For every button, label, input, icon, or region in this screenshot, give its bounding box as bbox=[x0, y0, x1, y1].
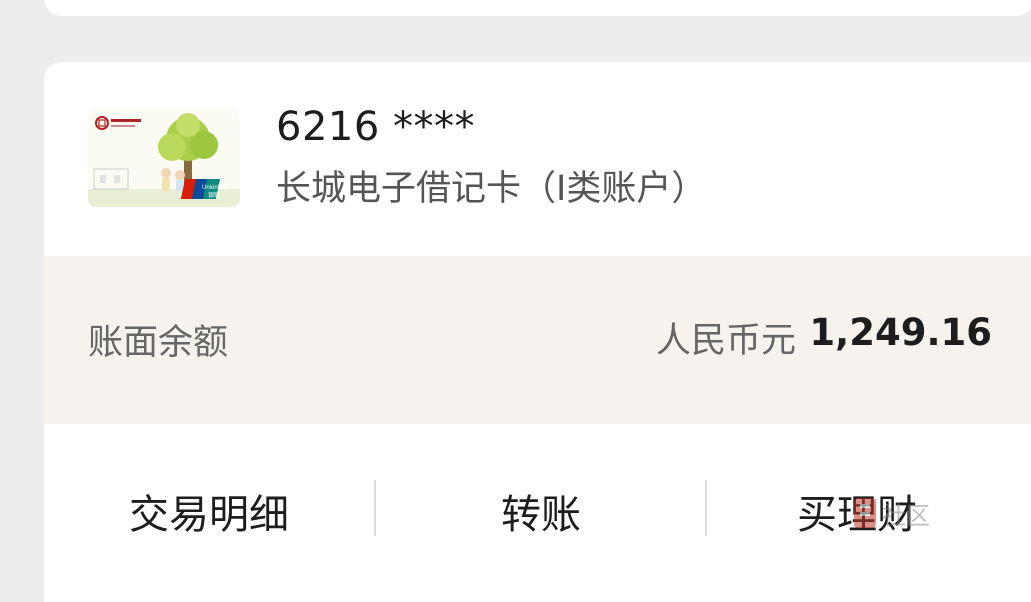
watermark-logo-icon bbox=[854, 498, 876, 528]
balance-amount: 1,249.16 bbox=[809, 311, 992, 354]
transaction-details-button[interactable]: 交易明细 bbox=[44, 482, 374, 542]
card-artwork: UnionPay 银联 bbox=[88, 109, 240, 207]
svg-text:UnionPay: UnionPay bbox=[202, 185, 228, 191]
balance-row: 账面余额 人民币元 1,249.16 bbox=[44, 256, 1031, 424]
svg-text:银联: 银联 bbox=[208, 191, 220, 199]
previous-card bbox=[44, 0, 1031, 16]
balance-label: 账面余额 bbox=[88, 323, 229, 363]
watermark: 社区 bbox=[852, 496, 972, 536]
transfer-button[interactable]: 转账 bbox=[376, 482, 706, 542]
card-type: 长城电子借记卡（I类账户） bbox=[276, 169, 707, 209]
currency-label: 人民币元 bbox=[655, 321, 796, 361]
debit-card-image: UnionPay 银联 bbox=[88, 109, 240, 207]
card-number: 6216 **** bbox=[276, 104, 476, 150]
watermark-text: 社区 bbox=[882, 502, 930, 530]
card-header[interactable]: UnionPay 银联 6216 **** 长城电子借记卡（I类账户） bbox=[44, 62, 1031, 256]
